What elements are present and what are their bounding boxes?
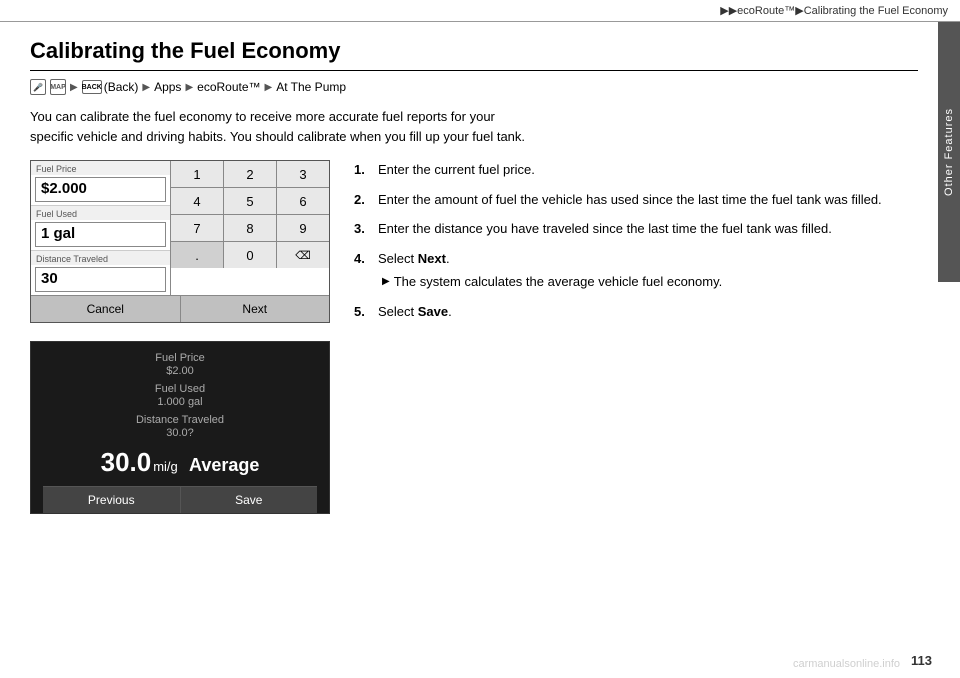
result-fuel-used-value: 1.000 gal xyxy=(43,396,317,408)
back-label: (Back) xyxy=(104,80,139,94)
mic-icon: 🎤 xyxy=(30,79,46,95)
step-2-num: 2. xyxy=(354,190,372,210)
watermark: carmanualsonline.info xyxy=(793,658,900,670)
step-3: 3. Enter the distance you have traveled … xyxy=(354,219,918,239)
fuel-price-label: Fuel Price xyxy=(31,161,170,175)
result-main: 30.0mi/g Average xyxy=(43,447,317,478)
fuel-used-group: Fuel Used 1 gal xyxy=(31,206,170,251)
main-content: Calibrating the Fuel Economy 🎤 MAP ▶ BAC… xyxy=(0,22,938,678)
distance-group: Distance Traveled 30 xyxy=(31,251,170,292)
step-4-sub-text: The system calculates the average vehicl… xyxy=(394,272,723,292)
description-text: You can calibrate the fuel economy to re… xyxy=(30,107,530,146)
step-4-sub: ▶ The system calculates the average vehi… xyxy=(382,272,918,292)
numpad-key-9[interactable]: 9 xyxy=(277,215,329,241)
step-4-num: 4. xyxy=(354,249,372,292)
step-3-content: Enter the distance you have traveled sin… xyxy=(378,219,918,239)
screen2-mockup: Fuel Price $2.00 Fuel Used 1.000 gal Dis… xyxy=(30,341,330,514)
save-button[interactable]: Save xyxy=(181,487,318,513)
breadcrumb-apps: Apps xyxy=(154,80,181,94)
sidebar-label: Other Features xyxy=(943,108,955,196)
screen1-mockup: Fuel Price $2.000 Fuel Used 1 gal Distan… xyxy=(30,160,330,323)
numpad-key-3[interactable]: 3 xyxy=(277,161,329,187)
step-2: 2. Enter the amount of fuel the vehicle … xyxy=(354,190,918,210)
sub-arrow-icon: ▶ xyxy=(382,274,390,292)
numpad-key-1[interactable]: 1 xyxy=(171,161,224,187)
screen2-buttons: Previous Save xyxy=(43,486,317,513)
step-4: 4. Select Next. ▶ The system calculates … xyxy=(354,249,918,292)
result-unit: mi/g xyxy=(153,459,178,474)
header-title: ▶▶ecoRoute™▶Calibrating the Fuel Economy xyxy=(720,4,948,17)
page-title: Calibrating the Fuel Economy xyxy=(30,38,918,71)
left-side: Fuel Price $2.000 Fuel Used 1 gal Distan… xyxy=(30,160,330,514)
arrow-1: ▶ xyxy=(70,82,78,93)
distance-value[interactable]: 30 xyxy=(35,267,166,292)
numpad-row-1: 1 2 3 xyxy=(171,161,329,188)
breadcrumb-pump: At The Pump xyxy=(276,80,346,94)
result-main-value: 30.0 xyxy=(101,447,152,478)
numpad-row-2: 4 5 6 xyxy=(171,188,329,215)
header-bar: ▶▶ecoRoute™▶Calibrating the Fuel Economy xyxy=(0,0,960,22)
numpad-key-0[interactable]: 0 xyxy=(224,242,277,268)
back-icon: BACK xyxy=(82,80,102,94)
numpad-row-4: . 0 ⌫ xyxy=(171,242,329,268)
arrow-2: ▶ xyxy=(142,82,150,93)
step-2-content: Enter the amount of fuel the vehicle has… xyxy=(378,190,918,210)
breadcrumb-ecoroute: ecoRoute™ xyxy=(197,80,260,94)
numpad-key-4[interactable]: 4 xyxy=(171,188,224,214)
step-1-num: 1. xyxy=(354,160,372,180)
back-group: BACK (Back) xyxy=(82,80,139,94)
step-1: 1. Enter the current fuel price. xyxy=(354,160,918,180)
breadcrumb: 🎤 MAP ▶ BACK (Back) ▶ Apps ▶ ecoRoute™ ▶… xyxy=(30,79,918,95)
step-5-content: Select Save. xyxy=(378,302,918,322)
result-avg-label: Average xyxy=(189,455,259,476)
distance-label: Distance Traveled xyxy=(31,251,170,265)
result-fuel-used-label: Fuel Used xyxy=(43,383,317,395)
fuel-used-value[interactable]: 1 gal xyxy=(35,222,166,247)
instructions-panel: 1. Enter the current fuel price. 2. Ente… xyxy=(354,160,918,331)
result-fuel-price-value: $2.00 xyxy=(43,365,317,377)
numpad-key-8[interactable]: 8 xyxy=(224,215,277,241)
arrow-3: ▶ xyxy=(185,82,193,93)
input-grid: Fuel Price $2.000 Fuel Used 1 gal Distan… xyxy=(31,161,329,295)
map-icon: MAP xyxy=(50,79,66,95)
numpad-key-2[interactable]: 2 xyxy=(224,161,277,187)
next-button[interactable]: Next xyxy=(181,296,330,322)
step-1-content: Enter the current fuel price. xyxy=(378,160,918,180)
fuel-price-value[interactable]: $2.000 xyxy=(35,177,166,202)
arrow-4: ▶ xyxy=(265,82,273,93)
result-distance-value: 30.0? xyxy=(43,427,317,439)
result-fuel-price-label: Fuel Price xyxy=(43,352,317,364)
page-number: 113 xyxy=(911,653,932,668)
screen1-buttons: Cancel Next xyxy=(31,295,329,322)
instructions-list: 1. Enter the current fuel price. 2. Ente… xyxy=(354,160,918,321)
right-sidebar-tab: Other Features xyxy=(938,22,960,282)
result-distance-label: Distance Traveled xyxy=(43,414,317,426)
numpad: 1 2 3 4 5 6 7 8 9 xyxy=(171,161,329,295)
numpad-key-delete[interactable]: ⌫ xyxy=(277,242,329,268)
step-4-content: Select Next. ▶ The system calculates the… xyxy=(378,249,918,292)
step-5: 5. Select Save. xyxy=(354,302,918,322)
input-fields: Fuel Price $2.000 Fuel Used 1 gal Distan… xyxy=(31,161,171,295)
numpad-key-6[interactable]: 6 xyxy=(277,188,329,214)
numpad-key-dot[interactable]: . xyxy=(171,242,224,268)
two-column-layout: Fuel Price $2.000 Fuel Used 1 gal Distan… xyxy=(30,160,918,514)
previous-button[interactable]: Previous xyxy=(43,487,181,513)
step-3-num: 3. xyxy=(354,219,372,239)
fuel-used-label: Fuel Used xyxy=(31,206,170,220)
numpad-key-7[interactable]: 7 xyxy=(171,215,224,241)
step-5-num: 5. xyxy=(354,302,372,322)
numpad-key-5[interactable]: 5 xyxy=(224,188,277,214)
fuel-price-group: Fuel Price $2.000 xyxy=(31,161,170,206)
numpad-row-3: 7 8 9 xyxy=(171,215,329,242)
cancel-button[interactable]: Cancel xyxy=(31,296,181,322)
